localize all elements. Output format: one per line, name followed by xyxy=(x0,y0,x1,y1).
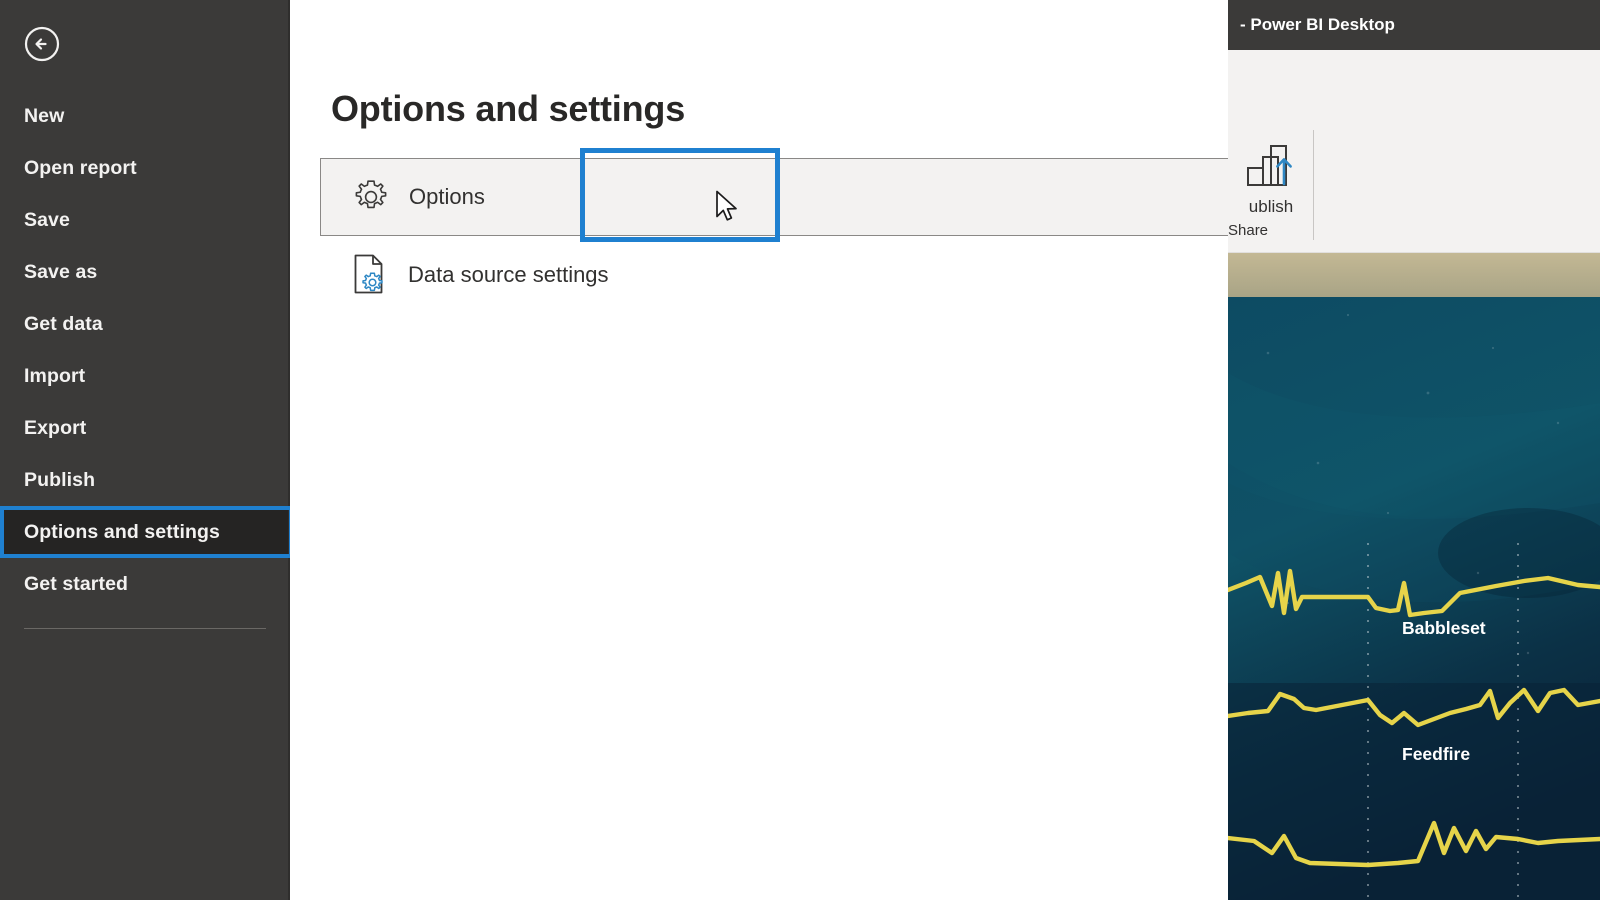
sidebar-item-label: Export xyxy=(24,416,87,439)
sidebar-item-new[interactable]: New xyxy=(0,90,288,142)
backstage-sidebar: New Open report Save Save as Get data Im… xyxy=(0,0,293,900)
sidebar-divider xyxy=(24,628,266,629)
sidebar-item-save[interactable]: Save xyxy=(0,194,288,246)
backstage-nav-list: New Open report Save Save as Get data Im… xyxy=(0,90,293,629)
sidebar-item-open-report[interactable]: Open report xyxy=(0,142,288,194)
sidebar-item-get-data[interactable]: Get data xyxy=(0,298,288,350)
sidebar-item-label: Get started xyxy=(24,572,129,595)
sidebar-item-label: Publish xyxy=(24,468,96,491)
back-arrow-circle-icon[interactable] xyxy=(22,24,62,64)
sidebar-item-get-started[interactable]: Get started xyxy=(0,558,288,610)
sidebar-item-save-as[interactable]: Save as xyxy=(0,246,288,298)
sidebar-item-label: Save xyxy=(24,208,70,231)
publish-button-label: ublish xyxy=(1248,197,1294,216)
ribbon: ublish Share xyxy=(1228,50,1600,253)
sidebar-item-label: Get data xyxy=(24,312,103,335)
sidebar-item-label: Options and settings xyxy=(24,520,220,543)
publish-bar-chart-up-arrow-icon xyxy=(1228,138,1314,197)
report-canvas[interactable]: Babbleset Feedfire xyxy=(1228,253,1600,900)
document-gear-icon xyxy=(342,252,398,298)
ribbon-group-label: Share xyxy=(1228,222,1269,239)
command-label: Options xyxy=(409,184,485,209)
ribbon-group-separator xyxy=(1313,130,1314,240)
report-canvas-visual: Babbleset Feedfire xyxy=(1228,253,1600,900)
command-label: Data source settings xyxy=(408,262,609,287)
sidebar-item-import[interactable]: Import xyxy=(0,350,288,402)
page-title: Options and settings xyxy=(331,88,686,129)
sidebar-item-label: New xyxy=(24,104,65,127)
chart-label: Babbleset xyxy=(1402,618,1486,638)
window-title: - Power BI Desktop xyxy=(1240,15,1395,34)
sidebar-item-label: Save as xyxy=(24,260,98,283)
sidebar-item-publish[interactable]: Publish xyxy=(0,454,288,506)
publish-button[interactable]: ublish xyxy=(1228,138,1314,217)
power-bi-window-peek: - Power BI Desktop ublish Share Babblese… xyxy=(1228,0,1600,900)
sidebar-item-export[interactable]: Export xyxy=(0,402,288,454)
chart-label: Feedfire xyxy=(1402,744,1470,764)
sidebar-item-label: Import xyxy=(24,364,86,387)
gear-icon xyxy=(343,176,399,218)
window-titlebar: - Power BI Desktop xyxy=(1228,0,1600,50)
sidebar-item-options-and-settings[interactable]: Options and settings xyxy=(0,506,293,558)
sidebar-item-label: Open report xyxy=(24,156,137,179)
ribbon-group-share: ublish Share xyxy=(1228,50,1314,253)
